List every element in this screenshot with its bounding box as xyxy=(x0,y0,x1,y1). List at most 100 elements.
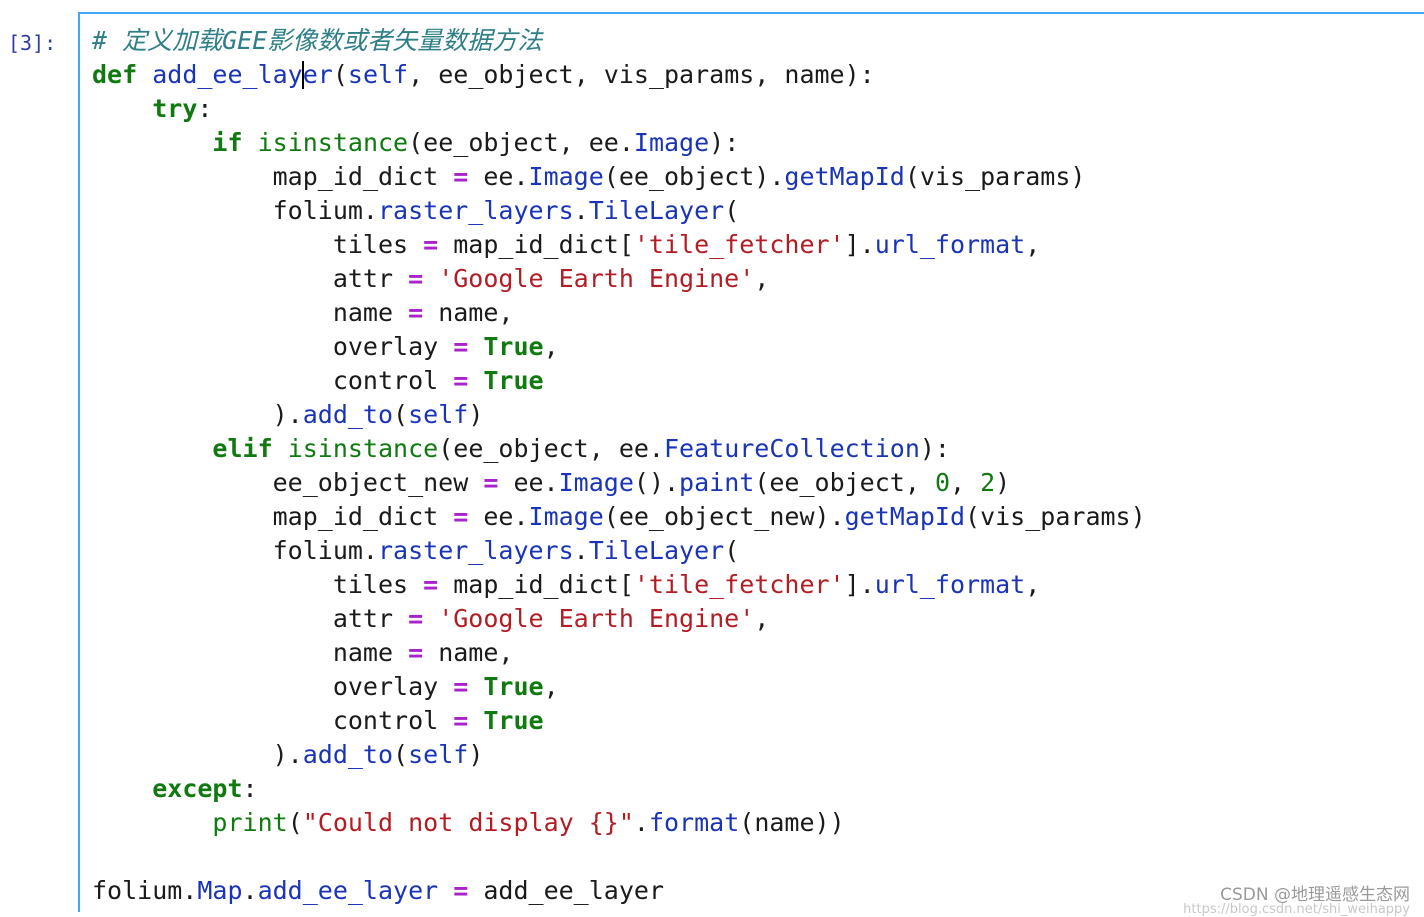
code-line[interactable]: if isinstance(ee_object, ee.Image): xyxy=(92,126,1146,160)
code-token: ): xyxy=(919,434,950,463)
code-token: 'tile_fetcher' xyxy=(633,570,845,599)
code-line[interactable]: attr = 'Google Earth Engine', xyxy=(92,602,1146,636)
code-line[interactable]: tiles = map_id_dict['tile_fetcher'].url_… xyxy=(92,568,1146,602)
watermark-url: https://blog.csdn.net/shi_weihappy xyxy=(1183,902,1410,917)
code-line[interactable]: overlay = True, xyxy=(92,330,1146,364)
code-line[interactable]: name = name, xyxy=(92,296,1146,330)
code-token: if xyxy=(212,128,243,157)
code-token: ( xyxy=(287,808,303,837)
code-line[interactable]: tiles = map_id_dict['tile_fetcher'].url_… xyxy=(92,228,1146,262)
code-token: format xyxy=(648,808,740,837)
code-token: ) xyxy=(468,400,484,429)
code-token: def xyxy=(92,60,138,89)
code-line[interactable]: control = True xyxy=(92,364,1146,398)
notebook-code-cell[interactable]: [3]: # 定义加载GEE影像数或者矢量数据方法 def add_ee_laye… xyxy=(0,0,1424,917)
code-line[interactable]: except: xyxy=(92,772,1146,806)
code-block[interactable]: # 定义加载GEE影像数或者矢量数据方法 def add_ee_layer(sel… xyxy=(92,24,1146,908)
code-token: tiles xyxy=(92,230,424,259)
code-token: = xyxy=(423,230,439,259)
code-token: , xyxy=(950,468,981,497)
code-line[interactable]: attr = 'Google Earth Engine', xyxy=(92,262,1146,296)
code-token: map_id_dict[ xyxy=(438,570,634,599)
code-token: = xyxy=(453,332,469,361)
code-line[interactable]: ).add_to(self) xyxy=(92,398,1146,432)
code-line[interactable]: try: xyxy=(92,92,1146,126)
code-token: url_format xyxy=(874,230,1026,259)
code-token: (ee_object, xyxy=(754,468,935,497)
code-token: attr xyxy=(92,264,409,293)
code-token: overlay xyxy=(92,332,454,361)
code-token: ( xyxy=(724,196,740,225)
code-token: 2 xyxy=(980,468,996,497)
code-token: ) xyxy=(468,740,484,769)
code-line[interactable]: name = name, xyxy=(92,636,1146,670)
code-line[interactable]: map_id_dict = ee.Image(ee_object).getMap… xyxy=(92,160,1146,194)
code-token: , xyxy=(543,332,559,361)
code-token: overlay xyxy=(92,672,454,701)
code-token: , xyxy=(1025,570,1041,599)
code-token: FeatureCollection xyxy=(664,434,920,463)
code-token: ): xyxy=(709,128,740,157)
code-token: = xyxy=(408,264,424,293)
code-token: . xyxy=(573,196,589,225)
code-token: try xyxy=(152,94,198,123)
code-token: = xyxy=(483,468,499,497)
code-token: : xyxy=(197,94,213,123)
code-token: folium. xyxy=(92,196,378,225)
code-token: raster_layers xyxy=(377,536,574,565)
code-token: = xyxy=(453,162,469,191)
code-line[interactable]: map_id_dict = ee.Image(ee_object_new).ge… xyxy=(92,500,1146,534)
code-token: 'Google Earth Engine' xyxy=(438,604,755,633)
code-line[interactable]: control = True xyxy=(92,704,1146,738)
code-token: "Could not display {}" xyxy=(302,808,634,837)
code-token: ). xyxy=(92,400,303,429)
code-line[interactable]: print("Could not display {}".format(name… xyxy=(92,806,1146,840)
code-line[interactable]: ee_object_new = ee.Image().paint(ee_obje… xyxy=(92,466,1146,500)
code-token: folium. xyxy=(92,536,378,565)
code-token: # 定义加载GEE影像数或者矢量数据方法 xyxy=(92,26,543,55)
code-token: True xyxy=(483,366,544,395)
code-line[interactable]: # 定义加载GEE影像数或者矢量数据方法 xyxy=(92,24,1146,58)
cell-execution-count: [3]: xyxy=(8,31,57,55)
code-token: 0 xyxy=(934,468,950,497)
code-token: isinstance xyxy=(287,434,439,463)
code-token: paint xyxy=(679,468,755,497)
code-line[interactable]: def add_ee_layer(self, ee_object, vis_pa… xyxy=(92,58,1146,92)
code-token: name xyxy=(92,638,409,667)
code-line[interactable] xyxy=(92,840,1146,874)
code-token: = xyxy=(453,876,469,905)
code-token: add_ee_layer xyxy=(468,876,664,905)
code-token: ee. xyxy=(468,502,529,531)
code-line[interactable]: folium.raster_layers.TileLayer( xyxy=(92,194,1146,228)
code-token: , ee_object, vis_params, name): xyxy=(408,60,875,89)
code-token: 'tile_fetcher' xyxy=(633,230,845,259)
code-token: add_to xyxy=(302,740,394,769)
code-token: raster_layers xyxy=(377,196,574,225)
code-token: 'Google Earth Engine' xyxy=(438,264,755,293)
code-token: ee_object_new xyxy=(92,468,484,497)
code-token: except xyxy=(152,774,243,803)
code-token: True xyxy=(483,706,544,735)
code-token: tiles xyxy=(92,570,424,599)
code-token: (vis_params) xyxy=(965,502,1146,531)
code-line[interactable]: ).add_to(self) xyxy=(92,738,1146,772)
code-token: url_format xyxy=(874,570,1026,599)
code-token: = xyxy=(408,604,424,633)
code-line[interactable]: overlay = True, xyxy=(92,670,1146,704)
code-line[interactable]: elif isinstance(ee_object, ee.FeatureCol… xyxy=(92,432,1146,466)
code-token: map_id_dict[ xyxy=(438,230,634,259)
code-line[interactable]: folium.raster_layers.TileLayer( xyxy=(92,534,1146,568)
code-token: = xyxy=(408,638,424,667)
code-token: add_to xyxy=(302,400,394,429)
code-token: elif xyxy=(212,434,273,463)
code-line[interactable]: folium.Map.add_ee_layer = add_ee_layer xyxy=(92,874,1146,908)
code-token: , xyxy=(754,264,770,293)
